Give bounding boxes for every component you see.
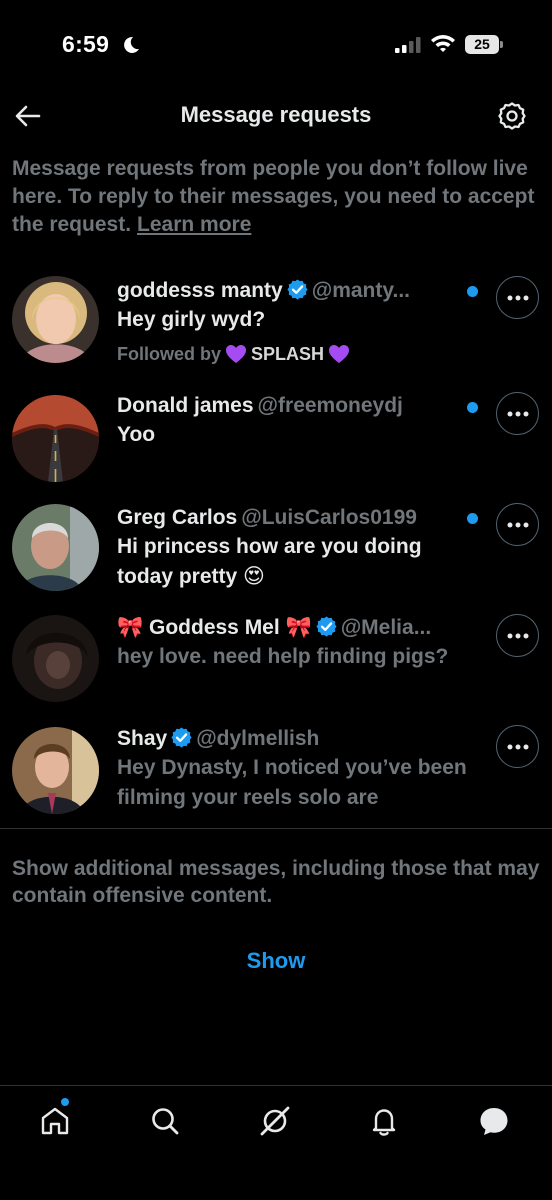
followed-by: Followed by SPLASH xyxy=(117,341,472,367)
more-options-button[interactable] xyxy=(496,503,539,546)
verified-badge-icon xyxy=(287,279,308,300)
notifications-icon[interactable] xyxy=(367,1104,401,1138)
grok-icon[interactable] xyxy=(258,1104,292,1138)
more-options-button[interactable] xyxy=(496,276,539,319)
home-notification-dot xyxy=(61,1098,69,1106)
request-header: 🎀 Goddess Mel 🎀 @Melia... xyxy=(117,614,472,642)
show-button[interactable]: Show xyxy=(226,945,326,977)
display-name: Donald james xyxy=(117,394,254,417)
status-bar: 6:59 25 xyxy=(0,0,552,90)
more-options-button[interactable] xyxy=(496,614,539,657)
request-header: Donald james @freemoneydj xyxy=(117,392,472,420)
battery-level: 25 xyxy=(465,35,499,54)
more-horizontal-icon xyxy=(507,744,529,750)
more-horizontal-icon xyxy=(507,633,529,639)
request-header: goddesss manty @manty... xyxy=(117,277,472,305)
status-time: 6:59 xyxy=(62,31,110,57)
unread-indicator xyxy=(467,286,478,297)
user-handle: @dylmellish xyxy=(196,727,320,750)
header: Message requests xyxy=(0,90,552,142)
message-preview: Hey girly wyd? xyxy=(117,308,266,331)
user-handle: @manty... xyxy=(311,279,410,302)
request-content: 🎀 Goddess Mel 🎀 @Melia... hey love. need … xyxy=(117,614,472,672)
request-content: Shay @dylmellish Hey Dynasty, I noticed y… xyxy=(117,725,472,813)
battery-tip xyxy=(500,41,503,48)
avatar[interactable] xyxy=(12,395,99,482)
purple-heart-icon xyxy=(329,345,350,363)
avatar[interactable] xyxy=(12,504,99,591)
avatar[interactable] xyxy=(12,727,99,814)
request-content: Greg Carlos @LuisCarlos0199 Hi princess h… xyxy=(117,504,472,592)
divider xyxy=(0,828,552,829)
display-name: Goddess Mel xyxy=(149,616,280,639)
more-options-button[interactable] xyxy=(496,725,539,768)
request-content: Donald james @freemoneydj Yoo xyxy=(117,392,472,450)
avatar[interactable] xyxy=(12,615,99,702)
message-request-item[interactable]: Shay @dylmellish Hey Dynasty, I noticed y… xyxy=(0,725,552,820)
message-preview: Hey Dynasty, I noticed you’ve been filmi… xyxy=(117,756,467,809)
home-icon[interactable] xyxy=(38,1104,72,1138)
unread-indicator xyxy=(467,513,478,524)
learn-more-link[interactable]: Learn more xyxy=(137,213,251,236)
request-content: goddesss manty @manty... Hey girly wyd? F… xyxy=(117,277,472,367)
battery-indicator: 25 xyxy=(465,35,503,54)
request-header: Greg Carlos @LuisCarlos0199 xyxy=(117,504,472,532)
page-title: Message requests xyxy=(180,102,372,127)
user-handle: @freemoneydj xyxy=(257,394,403,417)
message-request-item[interactable]: 🎀 Goddess Mel 🎀 @Melia... hey love. need … xyxy=(0,614,552,709)
gear-icon[interactable] xyxy=(497,101,527,131)
message-request-item[interactable]: Donald james @freemoneydj Yoo xyxy=(0,392,552,487)
signal-icon xyxy=(395,37,421,53)
moon-icon xyxy=(124,36,139,53)
followed-by-name: SPLASH xyxy=(251,344,325,364)
more-horizontal-icon xyxy=(507,522,529,528)
verified-badge-icon xyxy=(316,616,337,637)
intro-description: Message requests from people you don’t f… xyxy=(12,157,535,236)
display-name: Shay xyxy=(117,727,168,750)
wifi-icon xyxy=(431,35,455,52)
search-icon[interactable] xyxy=(148,1104,182,1138)
message-preview: Yoo xyxy=(117,423,156,446)
name-emoji-prefix: 🎀 xyxy=(117,616,144,639)
more-horizontal-icon xyxy=(507,295,529,301)
message-preview: Hi princess how are you doing today pret… xyxy=(117,535,422,588)
message-request-item[interactable]: goddesss manty @manty... Hey girly wyd? F… xyxy=(0,275,552,385)
tab-bar xyxy=(0,1086,552,1200)
name-emoji-suffix: 🎀 xyxy=(285,616,312,639)
avatar[interactable] xyxy=(12,276,99,363)
more-options-button[interactable] xyxy=(496,392,539,435)
followed-by-label: Followed by xyxy=(117,344,222,364)
purple-heart-icon xyxy=(226,345,247,363)
user-handle: @Melia... xyxy=(340,616,432,639)
request-header: Shay @dylmellish xyxy=(117,725,472,753)
verified-badge-icon xyxy=(171,727,192,748)
user-handle: @LuisCarlos0199 xyxy=(241,506,417,529)
display-name: goddesss manty xyxy=(117,279,283,302)
intro-text: Message requests from people you don’t f… xyxy=(12,155,542,239)
additional-messages-text: Show additional messages, including thos… xyxy=(12,857,540,907)
messages-icon[interactable] xyxy=(477,1104,511,1138)
message-request-item[interactable]: Greg Carlos @LuisCarlos0199 Hi princess h… xyxy=(0,503,552,598)
display-name: Greg Carlos xyxy=(117,506,238,529)
more-horizontal-icon xyxy=(507,411,529,417)
unread-indicator xyxy=(467,402,478,413)
message-preview: hey love. need help finding pigs? xyxy=(117,645,449,668)
